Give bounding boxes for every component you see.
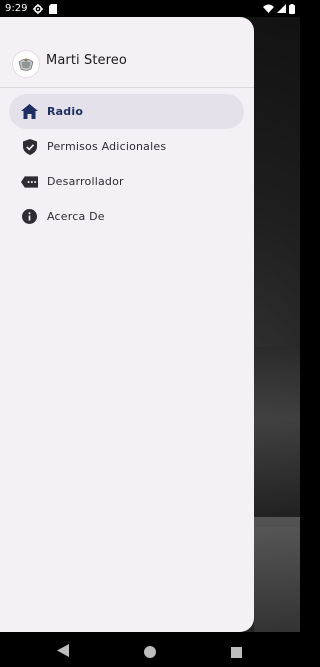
drawer-menu: Radio Permisos Adicionales Desarrollador… xyxy=(0,94,254,234)
drawer-header: Marti Stereo xyxy=(0,17,254,88)
drawer-item-permisos-adicionales[interactable]: Permisos Adicionales xyxy=(9,129,244,164)
home-circle-icon[interactable] xyxy=(144,643,156,662)
navigation-drawer: Marti Stereo Radio Permisos Adicionales … xyxy=(0,17,254,632)
drawer-item-radio[interactable]: Radio xyxy=(9,94,244,129)
drawer-item-label: Acerca De xyxy=(47,210,105,223)
status-bar: 9:29 xyxy=(0,0,300,17)
drawer-item-label: Permisos Adicionales xyxy=(47,140,167,153)
sd-card-icon xyxy=(49,3,58,14)
tag-dots-icon xyxy=(21,173,38,190)
drawer-item-desarrollador[interactable]: Desarrollador xyxy=(9,164,244,199)
system-nav-bar xyxy=(0,632,300,667)
recents-icon[interactable] xyxy=(231,643,242,662)
wifi-icon xyxy=(263,4,274,13)
shield-check-icon xyxy=(21,138,38,155)
drawer-item-label: Desarrollador xyxy=(47,175,124,188)
status-time: 9:29 xyxy=(5,3,28,14)
gear-icon xyxy=(33,3,44,14)
app-logo xyxy=(12,50,40,78)
info-icon xyxy=(21,208,38,225)
battery-icon xyxy=(289,3,295,14)
back-icon[interactable] xyxy=(57,642,69,661)
signal-icon xyxy=(277,4,286,13)
app-title: Marti Stereo xyxy=(46,53,127,68)
home-icon xyxy=(21,103,38,120)
drawer-item-label: Radio xyxy=(47,105,84,118)
drawer-item-acerca-de[interactable]: Acerca De xyxy=(9,199,244,234)
